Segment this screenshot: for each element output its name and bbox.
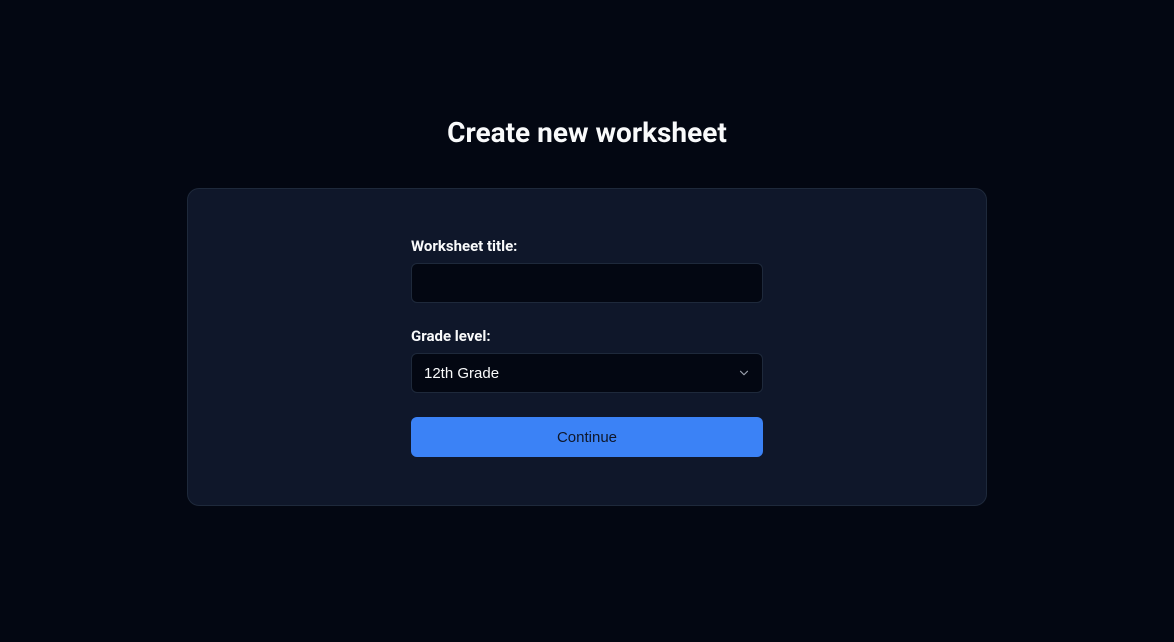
- worksheet-title-input[interactable]: [411, 263, 763, 303]
- page-title: Create new worksheet: [447, 113, 727, 152]
- title-field-group: Worksheet title:: [411, 237, 763, 303]
- continue-button[interactable]: Continue: [411, 417, 763, 457]
- grade-select[interactable]: 12th Grade: [411, 353, 763, 393]
- title-label: Worksheet title:: [411, 237, 763, 255]
- form-card: Worksheet title: Grade level: 12th Grade…: [187, 188, 987, 506]
- grade-field-group: Grade level: 12th Grade: [411, 327, 763, 393]
- form-inner: Worksheet title: Grade level: 12th Grade…: [411, 237, 763, 457]
- grade-select-wrapper: 12th Grade: [411, 353, 763, 393]
- grade-label: Grade level:: [411, 327, 763, 345]
